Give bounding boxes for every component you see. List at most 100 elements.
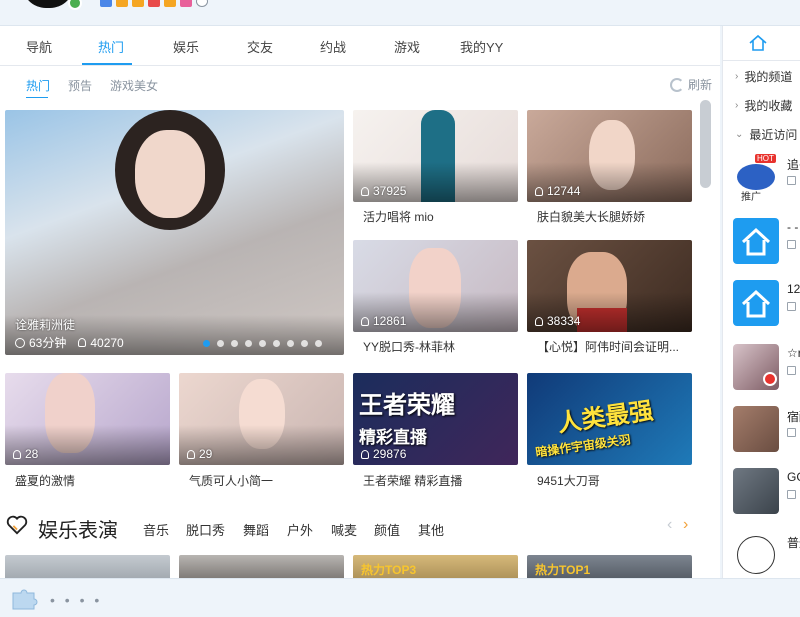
hot-badge: HOT — [755, 154, 776, 163]
scrollbar[interactable] — [700, 100, 711, 188]
recent-item[interactable]: 普通 — [733, 532, 800, 578]
subtab-game-beauty[interactable]: 游戏美女 — [110, 77, 158, 94]
next-arrow-icon[interactable]: › — [683, 516, 688, 534]
viewer-count: 37925 — [361, 184, 406, 198]
stream-card[interactable]: 29 — [179, 373, 344, 465]
viewer-count-text: 12744 — [547, 184, 581, 198]
stream-card[interactable] — [5, 555, 170, 578]
recent-name: 普通 — [787, 536, 800, 550]
more-dots[interactable]: • • • • — [50, 592, 102, 608]
rank-tag: 热力TOP3 — [361, 563, 417, 577]
viewer-count-text: 38334 — [547, 314, 581, 328]
stream-caption[interactable]: 【心悦】阿伟时间会证明... — [537, 338, 687, 355]
recent-item[interactable]: 宿醉 — [733, 406, 800, 456]
link-my-favorites[interactable]: › 我的收藏 — [735, 97, 792, 114]
recent-avatar: HOT 推广 — [733, 154, 779, 203]
viewer-count: 12861 — [361, 314, 406, 328]
chevron-right-icon: › — [735, 100, 739, 111]
subtab-preview[interactable]: 预告 — [68, 77, 92, 94]
category-dance[interactable]: 舞蹈 — [243, 520, 269, 539]
viewer-count-text: 12861 — [373, 314, 407, 328]
home-tab[interactable] — [723, 26, 793, 60]
user-icon — [13, 449, 21, 459]
carousel-dot[interactable] — [245, 340, 252, 347]
stream-card[interactable]: 热力TOP3 — [353, 555, 518, 578]
tab-nav[interactable]: 导航 — [26, 37, 52, 56]
viewer-count: 29 — [187, 447, 212, 461]
user-avatar[interactable] — [22, 0, 74, 8]
stream-card[interactable]: 37925 — [353, 110, 518, 202]
recent-avatar — [733, 218, 779, 264]
stream-card[interactable] — [179, 555, 344, 578]
game-banner-title: 王者荣耀 — [359, 392, 455, 419]
category-mc[interactable]: 喊麦 — [331, 520, 357, 539]
stream-card[interactable]: 12861 — [353, 240, 518, 332]
recent-avatar — [733, 344, 779, 390]
home-icon — [741, 227, 771, 256]
info-icon[interactable] — [196, 0, 208, 7]
tab-social[interactable]: 交友 — [247, 37, 273, 56]
stream-card[interactable]: 热力TOP1 — [527, 555, 692, 578]
carousel-dot[interactable] — [231, 340, 238, 347]
subtab-hot[interactable]: 热门 — [26, 77, 50, 94]
stream-caption[interactable]: YY脱口秀-林菲林 — [363, 338, 513, 355]
recent-item[interactable]: ☆r — [733, 344, 800, 394]
link-label: 我的收藏 — [744, 99, 793, 113]
refresh-button[interactable]: 刷新 — [669, 76, 712, 93]
tab-my-yy[interactable]: 我的YY — [460, 37, 503, 56]
recent-name: GG — [787, 470, 800, 484]
home-icon — [749, 34, 767, 51]
recent-avatar-shape — [737, 164, 775, 190]
category-talk-show[interactable]: 脱口秀 — [186, 520, 225, 539]
carousel-dots — [203, 340, 322, 347]
rank-tag: 热力TOP1 — [535, 563, 591, 577]
tab-entertainment[interactable]: 娱乐 — [173, 37, 199, 56]
stream-caption[interactable]: 气质可人小简一 — [189, 472, 339, 489]
stream-caption[interactable]: 盛夏的激情 — [15, 472, 165, 489]
recent-item[interactable]: 12 — [733, 280, 800, 330]
carousel-dot[interactable] — [301, 340, 308, 347]
user-icon — [361, 449, 369, 459]
right-panel: › 我的频道 › 我的收藏 ⌄ 最近访问 HOT 推广 追子 - - 12 ☆r 宿醉 — [722, 26, 800, 578]
carousel-dot[interactable] — [217, 340, 224, 347]
category-other[interactable]: 其他 — [418, 520, 444, 539]
channel-icon — [787, 302, 796, 311]
stream-caption[interactable]: 9451大刀哥 — [537, 472, 687, 489]
user-icon — [361, 316, 369, 326]
carousel-dot[interactable] — [273, 340, 280, 347]
category-outdoor[interactable]: 户外 — [287, 520, 313, 539]
stream-card[interactable]: 王者荣耀 精彩直播 29876 — [353, 373, 518, 465]
link-my-channels[interactable]: › 我的频道 — [735, 68, 792, 85]
stream-caption[interactable]: 王者荣耀 精彩直播 — [363, 472, 513, 489]
tab-battle[interactable]: 约战 — [320, 37, 346, 56]
tab-hot[interactable]: 热门 — [98, 37, 124, 56]
category-looks[interactable]: 颜值 — [374, 520, 400, 539]
viewer-count-text: 29876 — [373, 447, 407, 461]
carousel-dot[interactable] — [287, 340, 294, 347]
stream-card[interactable]: 38334 — [527, 240, 692, 332]
home-icon — [741, 289, 771, 318]
stream-card[interactable]: 人类最强 暗操作宇宙级关羽 — [527, 373, 692, 465]
link-recent[interactable]: ⌄ 最近访问 — [735, 126, 797, 143]
carousel-dot[interactable] — [203, 340, 210, 347]
recent-name: 追子 — [787, 158, 800, 172]
prev-arrow-icon[interactable]: ‹ — [667, 516, 672, 534]
puzzle-icon[interactable] — [10, 587, 38, 611]
category-music[interactable]: 音乐 — [143, 520, 169, 539]
viewer-count-text: 28 — [25, 447, 39, 461]
stream-caption[interactable]: 活力唱将 mio — [363, 208, 513, 225]
blocked-icon — [763, 372, 777, 386]
stream-card[interactable]: 28 — [5, 373, 170, 465]
carousel-dot[interactable] — [259, 340, 266, 347]
recent-item[interactable]: GG — [733, 468, 800, 518]
recent-item[interactable]: HOT 推广 追子 — [733, 154, 800, 204]
stream-caption[interactable]: 肤白貌美大长腿娇娇 — [537, 208, 687, 225]
stream-card[interactable]: 12744 — [527, 110, 692, 202]
feature-face — [135, 130, 205, 218]
recent-avatar — [733, 406, 779, 452]
tab-games[interactable]: 游戏 — [394, 37, 420, 56]
recent-item[interactable]: - - — [733, 218, 800, 268]
carousel-dot[interactable] — [315, 340, 322, 347]
badge-icon — [164, 0, 176, 7]
feature-stream[interactable]: 诠雅莉洲徒 63分钟 40270 — [5, 110, 344, 355]
